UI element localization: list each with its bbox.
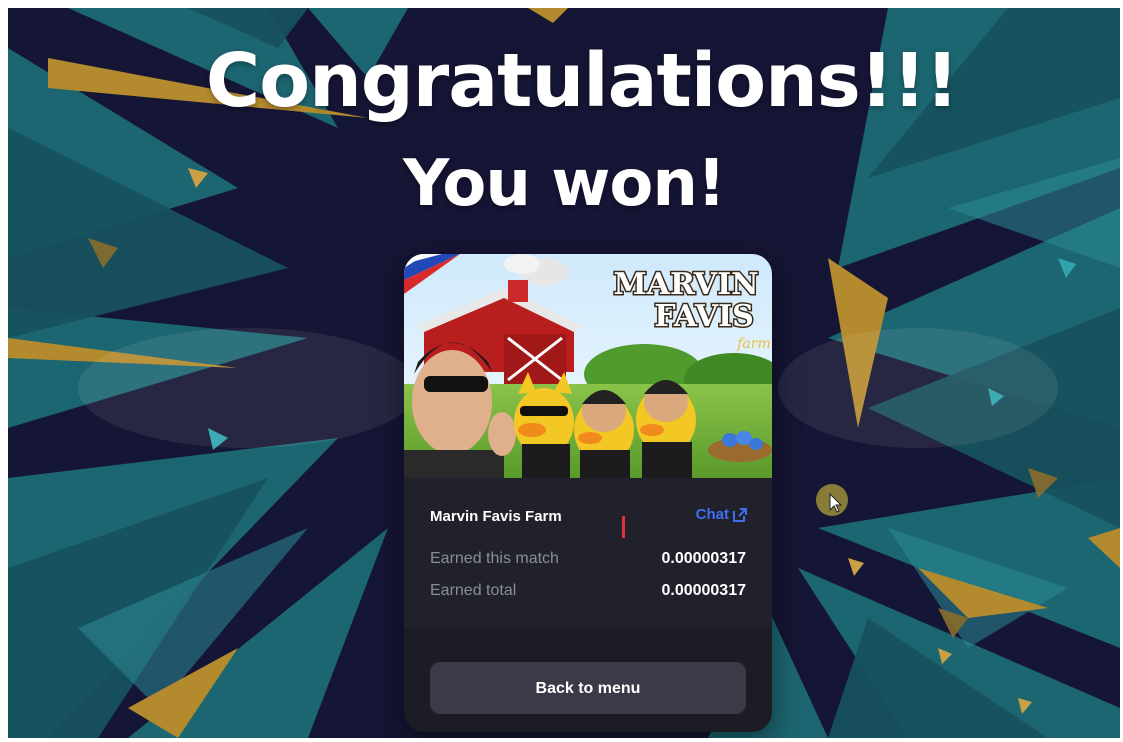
stat-value: 0.00000317 xyxy=(661,550,746,567)
mouse-cursor-icon xyxy=(816,484,848,516)
logo-favis: FAVIS xyxy=(654,299,754,334)
you-won-title: You won! xyxy=(402,147,726,221)
logo-farm: farm xyxy=(736,336,771,352)
chat-label: Chat xyxy=(695,506,729,523)
back-to-menu-button[interactable]: Back to menu xyxy=(430,662,746,714)
stat-value: 0.00000317 xyxy=(661,582,746,599)
farm-name: Marvin Favis Farm xyxy=(430,508,562,525)
external-link-icon xyxy=(733,507,747,522)
stat-earned-match: Earned this match 0.00000317 xyxy=(430,550,746,568)
logo-marvin: MARVIN xyxy=(613,267,758,302)
result-info: Marvin Favis Farm Chat Earned this match… xyxy=(404,478,772,628)
stat-label: Earned total xyxy=(430,582,517,599)
stat-label: Earned this match xyxy=(430,550,559,567)
congratulations-title: Congratulations!!! xyxy=(205,38,959,124)
stat-earned-total: Earned total 0.00000317 xyxy=(430,582,746,600)
text-cursor-marker xyxy=(622,516,625,538)
chat-link[interactable]: Chat xyxy=(696,506,748,523)
farm-artwork: MARVIN FAVIS farm xyxy=(404,254,772,478)
game-screen: Congratulations!!! You won! MARVIN FAVIS… xyxy=(8,8,1120,738)
result-card: MARVIN FAVIS farm Marvin Favis Farm Chat… xyxy=(404,254,772,732)
